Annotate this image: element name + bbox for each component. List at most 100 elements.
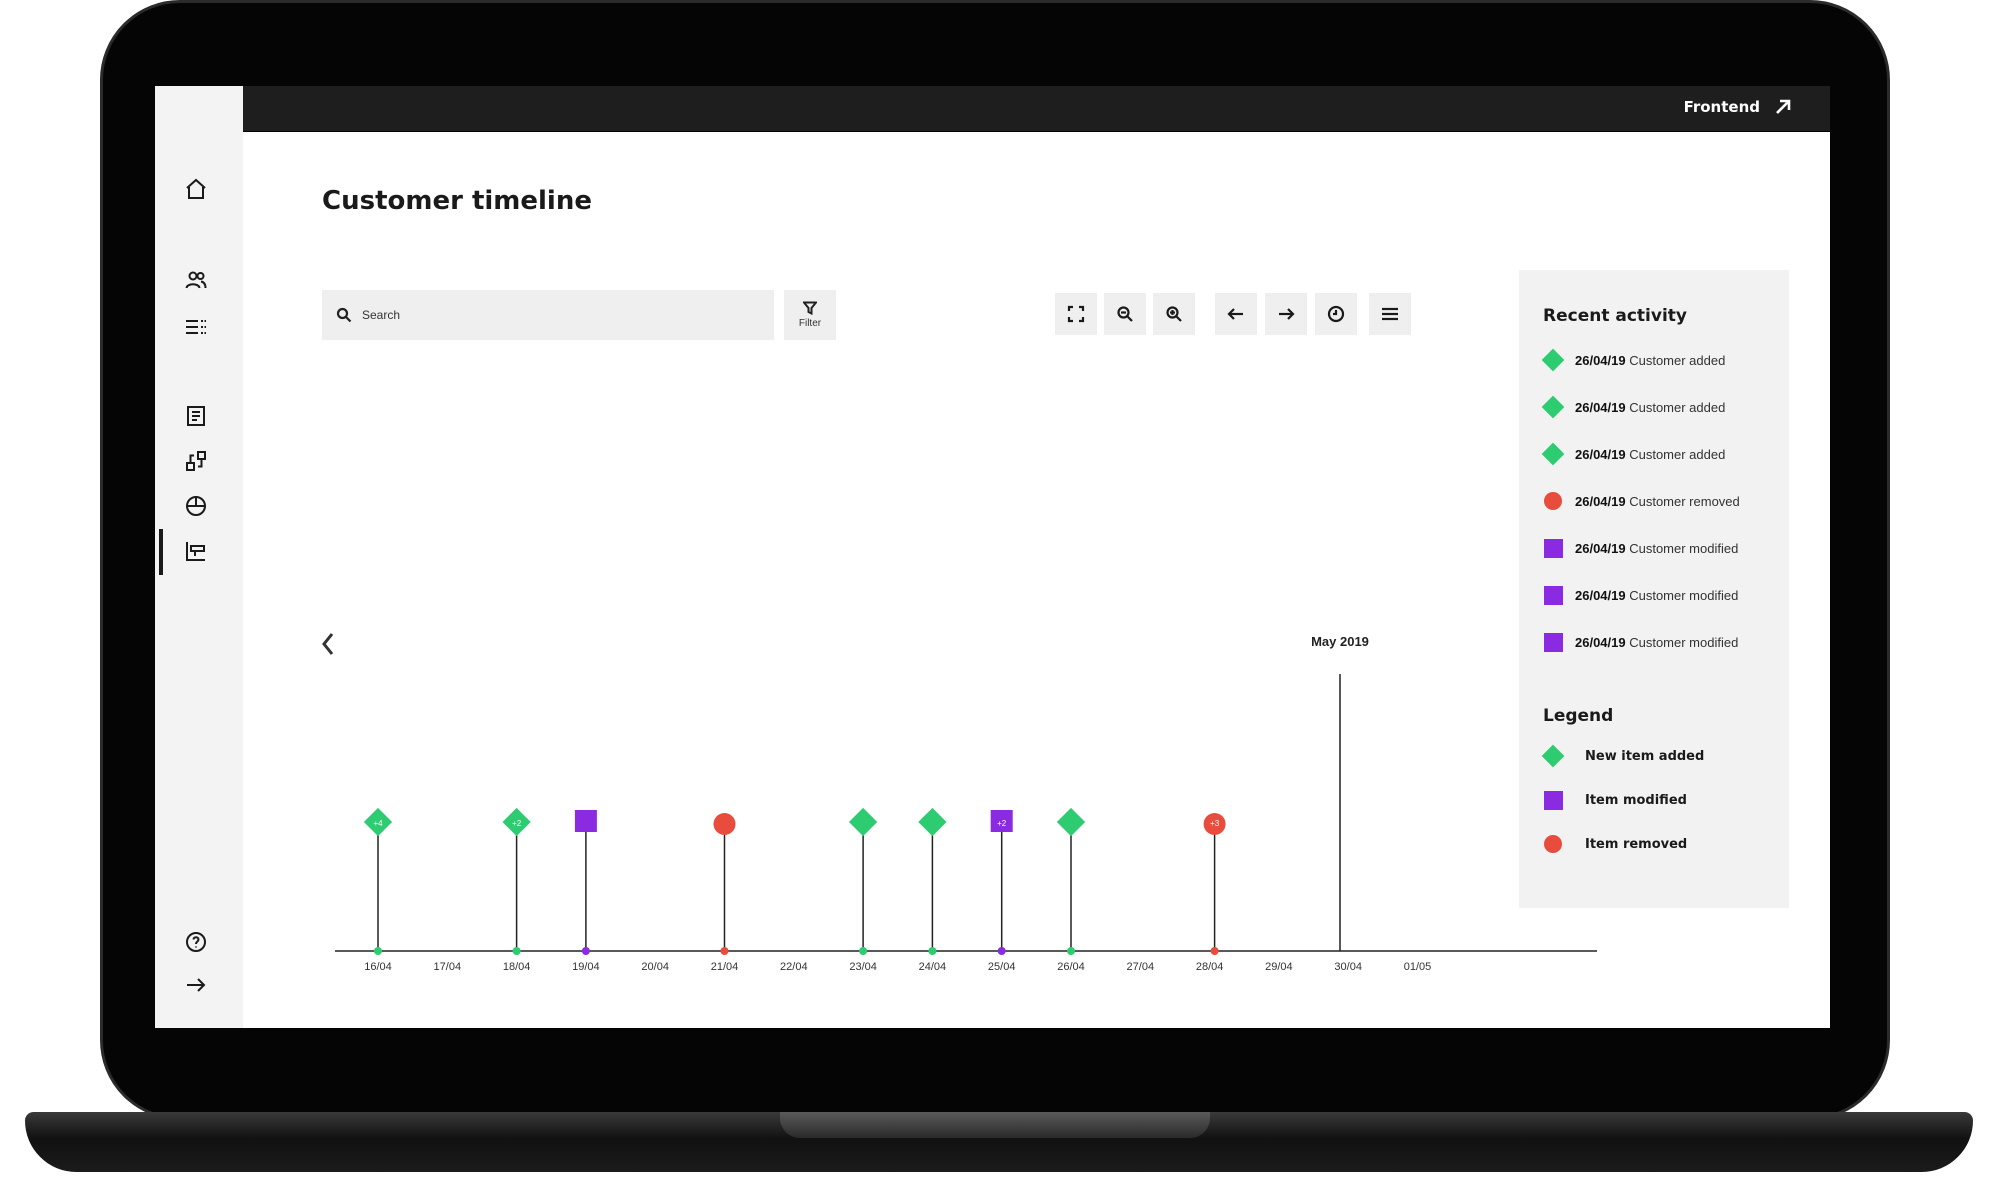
next-button[interactable] [1265,293,1307,335]
activity-added-marker [1541,348,1565,372]
x-tick-label: 18/04 [503,961,531,973]
previous-button[interactable] [1215,293,1257,335]
activity-added-marker [1541,442,1565,466]
timeline-event-added[interactable] [848,807,878,955]
filter-icon [803,301,817,315]
nodes-icon[interactable] [181,446,211,476]
arrow-left-icon [1227,308,1243,320]
timeline-event-added[interactable] [1056,807,1086,955]
activity-text: 26/04/19 Customer added [1575,446,1726,462]
legend-item-removed: Item removed [1543,834,1687,854]
timeline-event-added[interactable]: +2 [502,807,531,955]
activity-item[interactable]: 26/04/19 Customer added [1541,442,1726,466]
menu-icon [1382,307,1398,321]
event-marker [574,810,597,832]
event-count-badge: +3 [1210,819,1220,828]
clock-icon [1327,305,1345,323]
legend-added-marker [1541,744,1565,768]
fullscreen-button[interactable] [1055,293,1097,335]
activity-modified-marker [1543,585,1563,605]
timeline-chart: 16/04 17/04 18/04 19/04 20/04 21/04 22/04 23/04… [322,633,1597,973]
chart-prev-button[interactable] [322,633,334,655]
logout-arrow-icon[interactable] [181,970,211,1000]
x-tick-label: 27/04 [1127,961,1155,973]
filter-button[interactable]: Filter [784,290,836,340]
event-count-badge: +2 [997,819,1007,828]
event-marker [848,807,878,837]
event-axis-dot [859,947,868,955]
x-tick-label: 30/04 [1334,961,1362,973]
home-icon[interactable] [181,174,211,204]
side-panel: Recent activity 26/04/19 Customer added 2… [1519,270,1789,908]
activity-item[interactable]: 26/04/19 Customer modified [1543,538,1738,558]
pie-icon[interactable] [181,491,211,521]
activity-item[interactable]: 26/04/19 Customer modified [1543,585,1738,605]
timeline-event-added[interactable] [918,807,947,955]
frontend-link[interactable]: Frontend [1684,98,1792,116]
activity-modified-marker [1543,538,1563,558]
activity-text: 26/04/19 Customer added [1575,352,1726,368]
recent-activity-title: Recent activity [1543,306,1687,326]
timeline-event-removed[interactable]: +3 [1203,813,1226,955]
event-marker [713,813,736,835]
search-input[interactable] [362,308,742,322]
history-button[interactable] [1315,293,1357,335]
activity-removed-marker [1543,491,1563,511]
users-icon[interactable] [181,265,211,295]
legend-title: Legend [1543,706,1614,726]
activity-added-marker [1541,395,1565,419]
event-marker [918,807,947,837]
event-count-badge: +2 [512,819,522,828]
timeline-event-modified[interactable] [574,810,597,955]
x-tick-label: 26/04 [1057,961,1085,973]
activity-item[interactable]: 26/04/19 Customer added [1541,395,1725,419]
document-icon[interactable] [181,401,211,431]
chevron-left-icon [322,633,334,655]
event-axis-dot [374,947,382,955]
activity-text: 26/04/19 Customer modified [1575,587,1739,603]
activity-item[interactable]: 26/04/19 Customer removed [1543,491,1740,511]
laptop-notch [780,1112,1210,1138]
zoom-in-icon [1166,306,1182,322]
activity-item[interactable]: 26/04/19 Customer added [1541,348,1726,372]
x-tick-label: 17/04 [434,961,462,973]
legend-modified-marker [1543,790,1563,810]
x-tick-label: 25/04 [988,961,1016,973]
timeline-event-removed[interactable] [713,813,736,955]
event-axis-dot [512,947,521,955]
zoom-in-button[interactable] [1153,293,1195,335]
activity-text: 26/04/19 Customer modified [1575,634,1739,650]
activity-item[interactable]: 26/04/19 Customer modified [1543,632,1738,652]
zoom-out-icon [1117,306,1133,322]
x-tick-label: 01/05 [1404,961,1432,973]
event-axis-dot [720,947,729,955]
event-axis-dot [928,947,937,955]
timeline-event-modified[interactable]: +2 [990,810,1013,955]
x-tick-label: 19/04 [572,961,600,973]
timeline-event-added[interactable]: +4 [363,807,393,955]
search-box [322,290,774,340]
fullscreen-icon [1067,305,1085,323]
event-axis-dot [1067,947,1075,955]
menu-button[interactable] [1369,293,1411,335]
activity-text: 26/04/19 Customer removed [1575,493,1740,509]
sidebar [155,86,243,1028]
arrow-right-icon [1279,308,1295,320]
event-axis-dot [581,947,590,955]
zoom-out-button[interactable] [1104,293,1146,335]
help-icon[interactable] [181,927,211,957]
legend-label: Item removed [1585,836,1688,852]
timeline-icon[interactable] [181,536,211,566]
event-count-badge: +4 [373,819,383,828]
filter-label: Filter [798,318,822,329]
x-tick-label: 22/04 [780,961,808,973]
x-tick-label: 23/04 [849,961,877,973]
active-indicator [159,529,163,575]
legend-label: New item added [1585,748,1705,764]
list-icon[interactable] [181,312,211,342]
legend-item-added: New item added [1541,744,1705,768]
activity-modified-marker [1543,632,1563,652]
legend-label: Item modified [1585,792,1687,808]
page-title: Customer timeline [322,186,592,216]
arrow-up-right-icon [1776,99,1791,114]
